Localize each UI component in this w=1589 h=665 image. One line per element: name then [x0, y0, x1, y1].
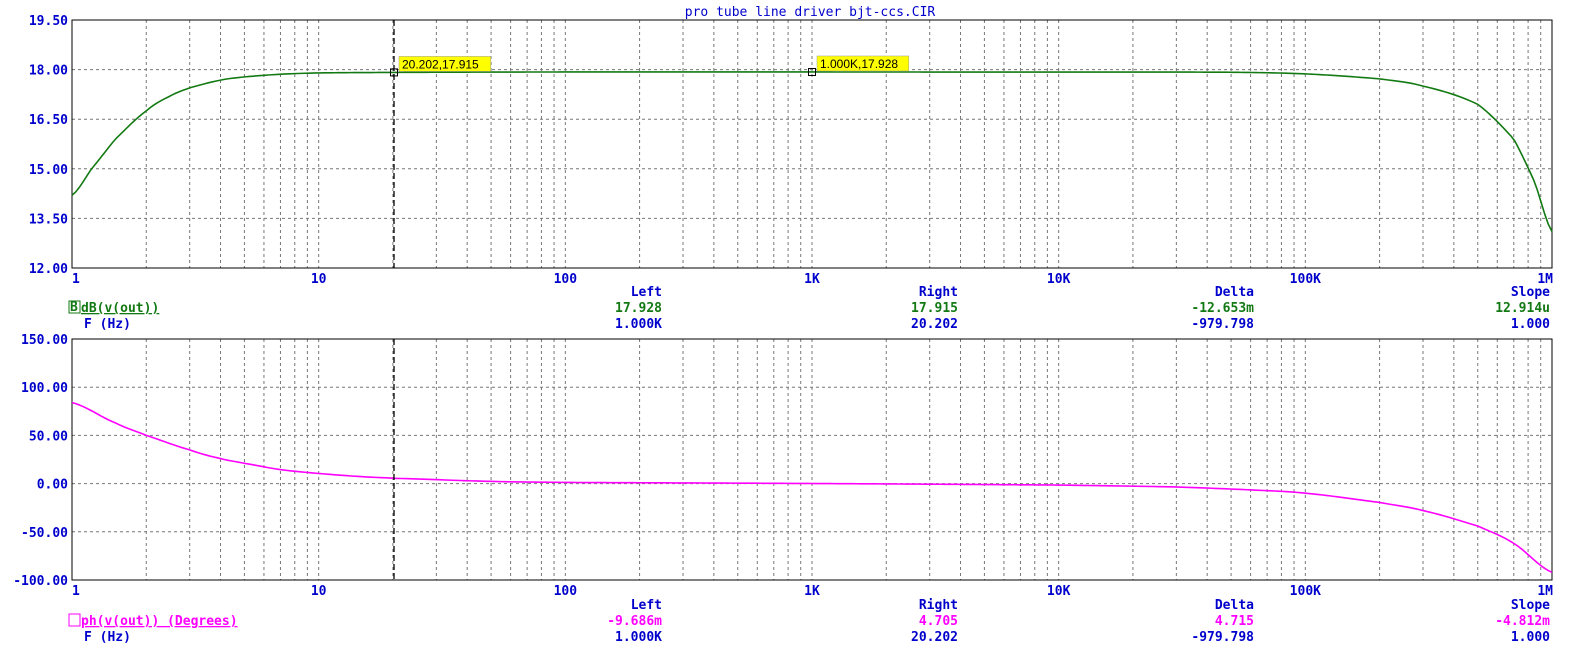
- x-tick-label: 1K: [804, 272, 820, 287]
- readout-value: 20.202: [911, 630, 958, 645]
- x-tick-label: 1: [72, 584, 80, 599]
- x-tick-label: 100: [554, 272, 578, 287]
- readout-header: Delta: [1215, 598, 1254, 613]
- x-tick-label: 100K: [1290, 584, 1321, 599]
- readout-value: 12.914u: [1495, 301, 1550, 316]
- gain-panel: 19.50 18.00 16.50 15.00 13.50 12.00 1 10 100 1K 10…: [29, 14, 1553, 332]
- series-name: ph(v(out)) (Degrees): [81, 614, 238, 629]
- chart-title: pro tube line driver bjt-ccs.CIR: [685, 5, 936, 20]
- readout-header: Slope: [1511, 285, 1550, 300]
- readout-value: -979.798: [1191, 317, 1254, 332]
- y-tick-label: 0.00: [37, 478, 68, 493]
- marker-label: 20.202,17.915: [402, 57, 479, 71]
- x-tick-label: 10: [311, 584, 327, 599]
- x-tick-label: 10K: [1047, 584, 1071, 599]
- readout-header: Left: [631, 285, 662, 300]
- readout-value: 4.705: [919, 614, 958, 629]
- readout-value: -9.686m: [607, 614, 662, 629]
- readout-header: Delta: [1215, 285, 1254, 300]
- y-tick-label: 12.00: [29, 262, 68, 277]
- series-toggle-label: B: [70, 300, 78, 315]
- x-tick-label: 10: [311, 272, 327, 287]
- bode-plot: pro tube line driver bjt-ccs.CIR 19.50 18…: [13, 5, 1553, 645]
- y-tick-label: 13.50: [29, 212, 68, 227]
- x-tick-label: 1K: [804, 584, 820, 599]
- y-tick-label: 100.00: [21, 381, 68, 396]
- readout-header: Right: [919, 285, 958, 300]
- y-tick-label: 18.00: [29, 64, 68, 79]
- series-name: dB(v(out)): [81, 301, 159, 316]
- series-toggle-box: [68, 613, 81, 627]
- y-tick-label: 15.00: [29, 163, 68, 178]
- y-tick-label: 50.00: [29, 429, 68, 444]
- readout-value: -4.812m: [1495, 614, 1550, 629]
- readout-value: 1.000: [1511, 630, 1550, 645]
- x-tick-label: 10K: [1047, 272, 1071, 287]
- readout-header: Left: [631, 598, 662, 613]
- readout-header: Right: [919, 598, 958, 613]
- readout-value: -12.653m: [1191, 301, 1254, 316]
- readout-value: 1.000K: [615, 630, 662, 645]
- series-line: [71, 401, 1553, 574]
- x-tick-label: 100: [554, 584, 578, 599]
- readout-value: 1.000K: [615, 317, 662, 332]
- readout-value: 4.715: [1215, 614, 1254, 629]
- y-tick-label: -50.00: [21, 526, 68, 541]
- readout-header: Slope: [1511, 598, 1550, 613]
- x-var-name: F (Hz): [84, 630, 131, 645]
- readout-value: 1.000: [1511, 317, 1550, 332]
- y-tick-label: -100.00: [13, 574, 68, 589]
- marker-label: 1.000K,17.928: [820, 57, 898, 71]
- readout-value: -979.798: [1191, 630, 1254, 645]
- y-tick-label: 16.50: [29, 113, 68, 128]
- x-tick-label: 1M: [1537, 584, 1553, 599]
- y-tick-label: 150.00: [21, 333, 68, 348]
- y-tick-label: 19.50: [29, 14, 68, 29]
- phase-panel: 150.00 100.00 50.00 0.00 -50.00 -100.00 1 10 100…: [13, 333, 1553, 645]
- x-tick-label: 100K: [1290, 272, 1321, 287]
- x-tick-label: 1: [72, 272, 80, 287]
- readout-value: 17.928: [615, 301, 662, 316]
- readout-value: 17.915: [911, 301, 958, 316]
- x-var-name: F (Hz): [84, 317, 131, 332]
- readout-value: 20.202: [911, 317, 958, 332]
